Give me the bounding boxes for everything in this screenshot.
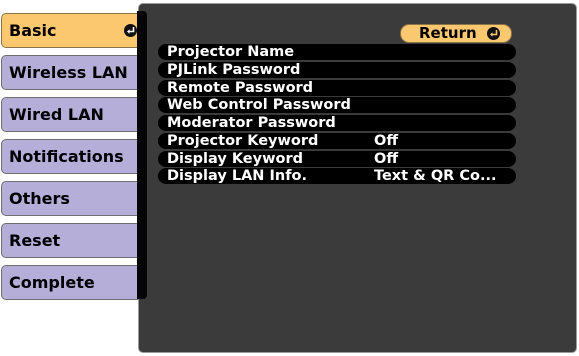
- tab-notifications-label: Notifications: [9, 147, 124, 166]
- menu-item-label: Projector Keyword: [167, 132, 319, 149]
- tab-others-label: Others: [9, 189, 70, 208]
- tab-wired-lan[interactable]: Wired LAN: [1, 97, 144, 132]
- menu-item-moderator-password[interactable]: Moderator Password: [158, 115, 516, 131]
- tab-reset-label: Reset: [9, 231, 61, 250]
- menu-item-value: Off: [374, 150, 399, 167]
- menu-item-projector-name[interactable]: Projector Name: [158, 44, 516, 60]
- menu-item-label: Moderator Password: [167, 115, 336, 131]
- menu-item-projector-keyword[interactable]: Projector Keyword Off: [158, 132, 516, 149]
- menu-item-pjlink-password[interactable]: PJLink Password: [158, 61, 516, 78]
- menu-item-label: Display LAN Info.: [167, 168, 307, 185]
- menu-item-value: Text & QR Co...: [374, 168, 497, 185]
- menu-list: Projector Name PJLink Password Remote Pa…: [158, 44, 516, 186]
- tab-wireless-lan-label: Wireless LAN: [9, 63, 128, 82]
- enter-icon: [487, 27, 500, 40]
- tab-basic[interactable]: Basic: [1, 13, 144, 48]
- tab-others[interactable]: Others: [1, 181, 144, 216]
- menu-item-display-keyword[interactable]: Display Keyword Off: [158, 150, 516, 167]
- menu-item-label: Display Keyword: [167, 150, 303, 167]
- menu-item-label: Remote Password: [167, 79, 314, 96]
- tab-notifications[interactable]: Notifications: [1, 139, 144, 174]
- menu-item-label: Projector Name: [167, 44, 295, 60]
- tab-wireless-lan[interactable]: Wireless LAN: [1, 55, 144, 90]
- menu-item-value: Off: [374, 132, 399, 149]
- menu-item-web-control-password[interactable]: Web Control Password: [158, 97, 516, 114]
- tab-reset[interactable]: Reset: [1, 223, 144, 258]
- tab-connector: [137, 11, 147, 299]
- return-button-label: Return: [419, 24, 477, 42]
- return-button[interactable]: Return: [400, 24, 512, 43]
- menu-item-label: Web Control Password: [167, 97, 351, 114]
- menu-item-label: PJLink Password: [167, 61, 301, 78]
- tab-wired-lan-label: Wired LAN: [9, 105, 104, 124]
- tab-basic-label: Basic: [9, 21, 57, 40]
- tab-complete[interactable]: Complete: [1, 265, 144, 300]
- tab-complete-label: Complete: [9, 273, 95, 292]
- menu-item-display-lan-info[interactable]: Display LAN Info. Text & QR Co...: [158, 168, 516, 185]
- enter-icon: [124, 24, 137, 37]
- menu-item-remote-password[interactable]: Remote Password: [158, 79, 516, 96]
